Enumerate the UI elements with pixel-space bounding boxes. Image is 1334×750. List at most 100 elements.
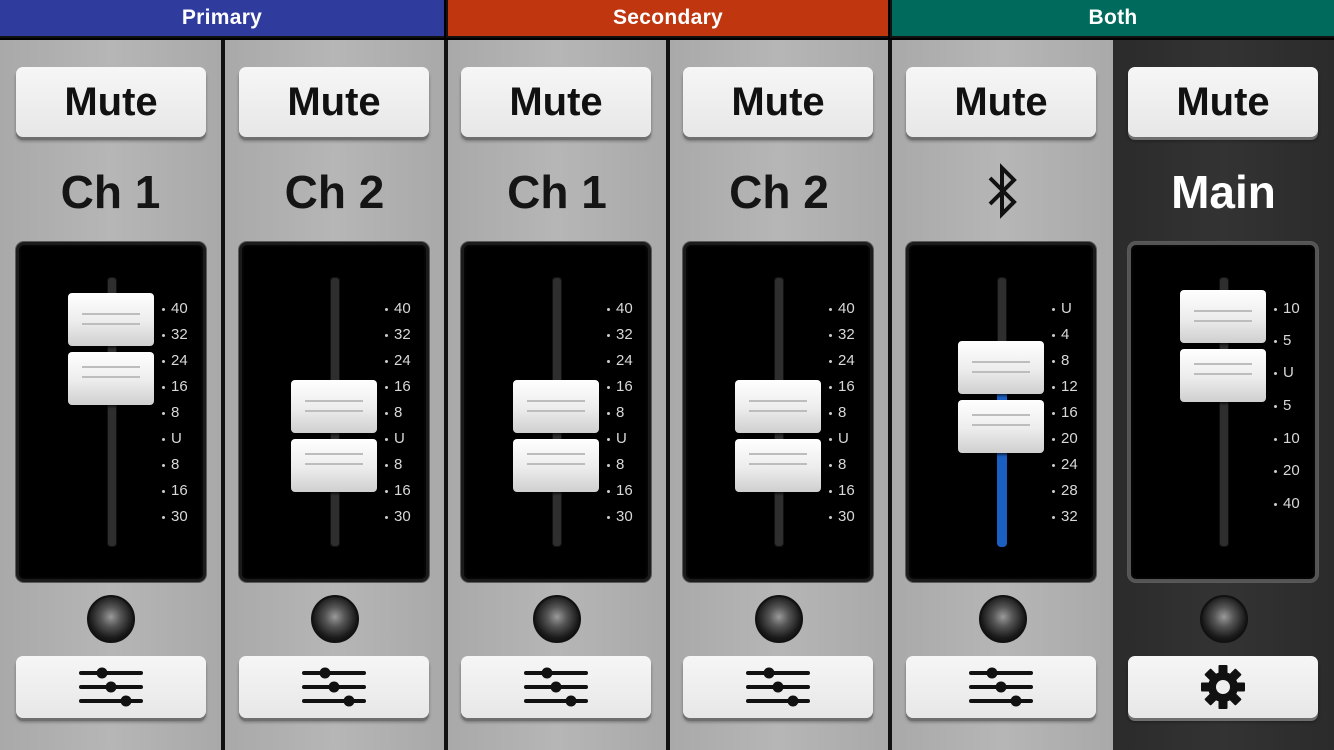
- scale-tick: 5: [1274, 398, 1291, 414]
- channel-strip-primary-ch2: Mute Ch 2 40 32 24 16 8 U 8 16 30: [225, 40, 444, 750]
- scale-tick: 8: [162, 405, 179, 421]
- scale-tick: 16: [607, 379, 633, 395]
- scale-tick: 30: [607, 509, 633, 525]
- scale-tick: 16: [829, 379, 855, 395]
- scale-tick: 24: [1052, 457, 1078, 473]
- scale-tick: 40: [385, 301, 411, 317]
- channel-settings-button[interactable]: [239, 656, 429, 718]
- scale-tick: 30: [829, 509, 855, 525]
- scale-tick: 40: [162, 301, 188, 317]
- scale-tick: 40: [607, 301, 633, 317]
- fader-knob[interactable]: [68, 293, 154, 405]
- scale-tick: U: [162, 431, 182, 447]
- channel-settings-button[interactable]: [16, 656, 206, 718]
- mute-button[interactable]: Mute: [239, 67, 429, 137]
- fader-panel: 40 32 24 16 8 U 8 16 30: [683, 242, 873, 582]
- scale-tick: U: [1052, 301, 1072, 317]
- scale-tick: 8: [607, 457, 624, 473]
- scale-tick: U: [385, 431, 405, 447]
- channel-strip-secondary-ch2: Mute Ch 2 40 32 24 16 8 U 8 16 30: [670, 40, 888, 750]
- scale-tick: 30: [385, 509, 411, 525]
- scale-tick: U: [829, 431, 849, 447]
- sliders-icon: [79, 667, 143, 707]
- channel-strip-main: Mute Main 10 5 U 5 10 20 40: [1113, 40, 1334, 750]
- fader-knob[interactable]: [958, 341, 1044, 453]
- scale-tick: 32: [385, 327, 411, 343]
- scale-tick: 24: [385, 353, 411, 369]
- scale-tick: 16: [1052, 405, 1078, 421]
- scale-tick: 32: [607, 327, 633, 343]
- scale-tick: U: [607, 431, 627, 447]
- signal-led: [755, 595, 803, 643]
- scale-tick: 16: [162, 379, 188, 395]
- scale-tick: 8: [385, 405, 402, 421]
- scale-tick: 40: [1274, 496, 1300, 512]
- scale-tick: 32: [1052, 509, 1078, 525]
- mute-button[interactable]: Mute: [461, 67, 651, 137]
- main-settings-button[interactable]: [1128, 656, 1318, 718]
- scale-tick: 30: [162, 509, 188, 525]
- signal-led: [310, 595, 359, 643]
- group-header-primary: Primary: [0, 0, 444, 38]
- channel-name: Main: [1171, 166, 1276, 218]
- fader-knob[interactable]: [735, 380, 821, 492]
- scale-tick: 8: [829, 457, 846, 473]
- signal-led: [1199, 595, 1248, 643]
- fader-panel: U 4 8 12 16 20 24 28 32: [906, 242, 1096, 582]
- channel-settings-button[interactable]: [461, 656, 651, 718]
- channel-settings-button[interactable]: [906, 656, 1096, 718]
- channel-name: Ch 2: [729, 166, 829, 218]
- scale-tick: 4: [1052, 327, 1069, 343]
- group-label: Secondary: [612, 6, 724, 29]
- fader-knob[interactable]: [291, 380, 377, 492]
- scale-tick: 16: [385, 379, 411, 395]
- channel-settings-button[interactable]: [683, 656, 873, 718]
- scale-tick: 24: [829, 353, 855, 369]
- channel-strip-bluetooth: Mute U 4 8 12 16 20 24 28 32: [892, 40, 1113, 750]
- signal-led: [978, 595, 1027, 643]
- scale-tick: 10: [1274, 431, 1300, 447]
- mute-button[interactable]: Mute: [683, 67, 873, 137]
- fader-panel: 10 5 U 5 10 20 40: [1128, 242, 1318, 582]
- mute-button[interactable]: Mute: [16, 67, 206, 137]
- fader-panel: 40 32 24 16 8 U 8 16 30: [239, 242, 429, 582]
- channel-strip-secondary-ch1: Mute Ch 1 40 32 24 16 8 U 8 16 30: [448, 40, 666, 750]
- group-header-secondary: Secondary: [446, 0, 888, 38]
- sliders-icon: [524, 667, 588, 707]
- scale-tick: 16: [829, 483, 855, 499]
- scale-tick: 16: [162, 483, 188, 499]
- scale-tick: 40: [829, 301, 855, 317]
- group-label: Both: [1088, 6, 1138, 29]
- gear-icon: [1201, 665, 1245, 709]
- fader-knob[interactable]: [513, 380, 599, 492]
- scale-tick: 8: [385, 457, 402, 473]
- scale-tick: 24: [162, 353, 188, 369]
- mute-button[interactable]: Mute: [906, 67, 1096, 137]
- fader-knob[interactable]: [1180, 290, 1266, 402]
- scale-tick: 8: [829, 405, 846, 421]
- scale-tick: 8: [162, 457, 179, 473]
- scale-tick: 32: [162, 327, 188, 343]
- group-header-both: Both: [890, 0, 1334, 38]
- mute-button[interactable]: Mute: [1128, 67, 1318, 137]
- sliders-icon: [746, 667, 810, 707]
- scale-tick: 5: [1274, 333, 1291, 349]
- scale-tick: 24: [607, 353, 633, 369]
- sliders-icon: [302, 667, 366, 707]
- signal-led: [533, 595, 581, 643]
- scale-tick: 20: [1052, 431, 1078, 447]
- scale-tick: 20: [1274, 463, 1300, 479]
- fader-panel: 40 32 24 16 8 U 8 16 30: [461, 242, 651, 582]
- fader-panel: 40 32 24 16 8 U 8 16 30: [16, 242, 206, 582]
- signal-led: [86, 595, 135, 643]
- channel-name: Ch 1: [60, 166, 161, 218]
- sliders-icon: [969, 667, 1033, 707]
- scale-tick: 16: [385, 483, 411, 499]
- scale-tick: 32: [829, 327, 855, 343]
- scale-tick: U: [1274, 365, 1294, 381]
- scale-tick: 28: [1052, 483, 1078, 499]
- scale-tick: 8: [607, 405, 624, 421]
- channel-name: Ch 2: [284, 166, 385, 218]
- scale-tick: 16: [607, 483, 633, 499]
- bluetooth-icon: [988, 163, 1017, 219]
